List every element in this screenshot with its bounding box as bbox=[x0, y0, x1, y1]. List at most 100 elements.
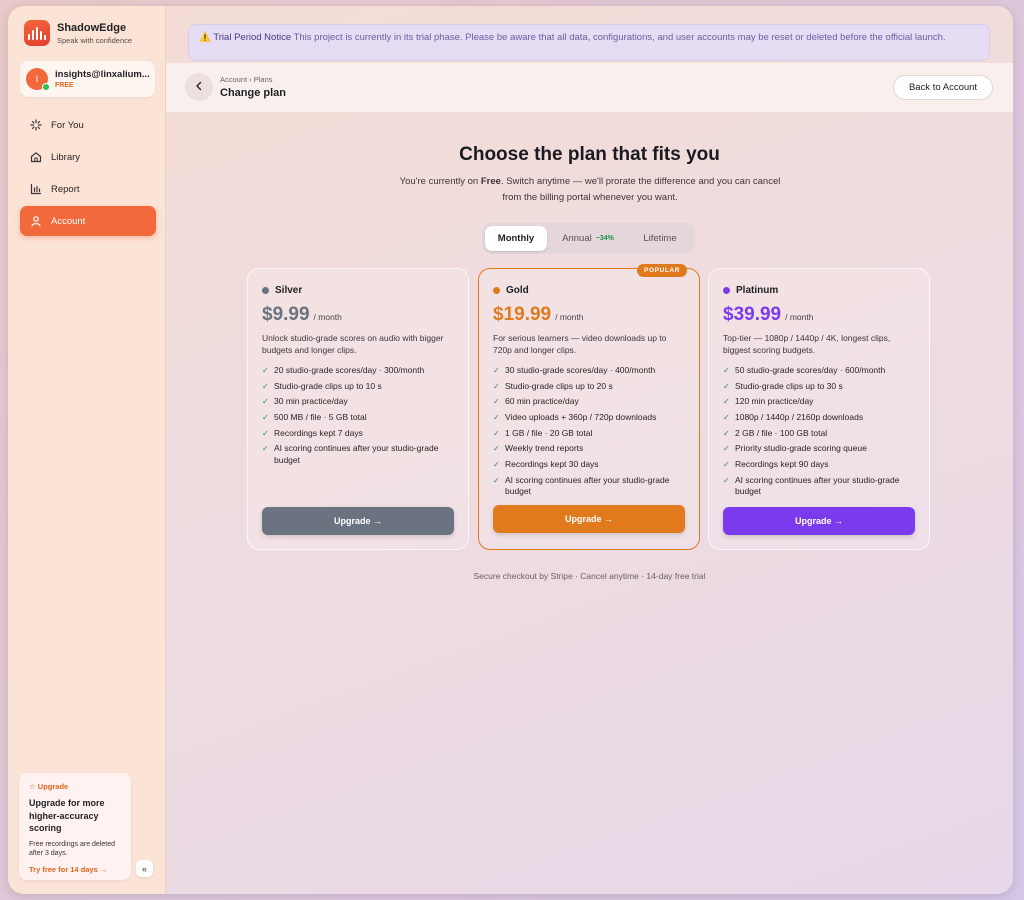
online-status-dot bbox=[42, 83, 50, 91]
plans-subheading: You're currently on Free. Switch anytime… bbox=[398, 174, 782, 206]
collapse-sidebar-button[interactable]: « bbox=[136, 860, 153, 877]
notice-title: Trial Period Notice bbox=[213, 32, 292, 43]
plan-color-dot bbox=[493, 287, 500, 294]
avatar: I bbox=[26, 68, 50, 91]
upgrade-promo-card: ☆ Upgrade Upgrade for more higher-accura… bbox=[19, 773, 131, 880]
plans-heading: Choose the plan that fits you bbox=[459, 144, 720, 165]
upgrade-kicker: ☆ Upgrade bbox=[29, 782, 69, 791]
current-plan-name: Free bbox=[480, 176, 501, 187]
plan-period: / month bbox=[313, 312, 342, 322]
plan-description: For serious learners — video downloads u… bbox=[493, 333, 667, 355]
plan-feature: 2 GB / file · 100 GB total bbox=[723, 428, 915, 440]
subheading-prefix: You're currently on bbox=[399, 176, 481, 187]
plan-feature: AI scoring continues after your studio-g… bbox=[262, 443, 454, 466]
sparkle-icon bbox=[29, 118, 43, 132]
plan-period: / month bbox=[555, 312, 584, 322]
user-card[interactable]: I insights@linxalium... FREE bbox=[20, 61, 155, 97]
plan-feature: 500 MB / file · 5 GB total bbox=[262, 412, 454, 424]
plan-description: Top-tier — 1080p / 1440p / 4K, longest c… bbox=[723, 333, 891, 355]
brand[interactable]: ShadowEdge Speak with confidence bbox=[24, 20, 132, 46]
annual-discount-badge: −34% bbox=[595, 235, 614, 242]
plan-feature: 30 min practice/day bbox=[262, 396, 454, 408]
billing-option-lifetime[interactable]: Lifetime bbox=[629, 226, 691, 251]
sidebar: ShadowEdge Speak with confidence I insig… bbox=[8, 6, 166, 894]
plan-feature: 120 min practice/day bbox=[723, 396, 915, 408]
plan-name: Gold bbox=[506, 285, 529, 296]
sidebar-item-report[interactable]: Report bbox=[20, 174, 156, 204]
chevron-left-icon bbox=[194, 81, 204, 94]
page-header: Account › Plans Change plan Back to Acco… bbox=[166, 63, 1013, 113]
plan-feature: AI scoring continues after your studio-g… bbox=[723, 475, 915, 498]
billing-option-monthly[interactable]: Monthly bbox=[485, 226, 547, 251]
billing-option-annual[interactable]: Annual −34% bbox=[547, 226, 629, 251]
plan-feature-list: 30 studio-grade scores/day · 400/month S… bbox=[493, 365, 685, 498]
breadcrumb: Account › Plans bbox=[220, 75, 273, 84]
sidebar-nav: For You Library Report Account bbox=[20, 110, 156, 238]
plan-feature: AI scoring continues after your studio-g… bbox=[493, 475, 685, 498]
popular-badge: POPULAR bbox=[637, 264, 687, 277]
plan-feature: Recordings kept 90 days bbox=[723, 459, 915, 471]
plan-feature: Recordings kept 30 days bbox=[493, 459, 685, 471]
home-icon bbox=[29, 150, 43, 164]
user-icon bbox=[29, 214, 43, 228]
notice-text: This project is currently in its trial p… bbox=[293, 32, 946, 43]
brand-name: ShadowEdge bbox=[57, 21, 127, 34]
plan-card-platinum: Platinum $39.99/ month Top-tier — 1080p … bbox=[708, 268, 930, 550]
sidebar-item-for-you[interactable]: For You bbox=[20, 110, 156, 140]
plan-feature: Studio-grade clips up to 10 s bbox=[262, 381, 454, 393]
user-plan-badge: FREE bbox=[55, 82, 74, 89]
plan-feature: Recordings kept 7 days bbox=[262, 428, 454, 440]
warning-icon: ⚠️ bbox=[199, 32, 211, 43]
try-free-link[interactable]: Try free for 14 days → bbox=[29, 865, 121, 874]
upgrade-gold-button[interactable]: Upgrade → bbox=[493, 505, 685, 533]
plan-color-dot bbox=[723, 287, 730, 294]
checkout-footnote: Secure checkout by Stripe · Cancel anyti… bbox=[473, 571, 706, 581]
plan-feature: 30 studio-grade scores/day · 400/month bbox=[493, 365, 685, 377]
avatar-initial: I bbox=[35, 74, 39, 84]
plan-feature: 60 min practice/day bbox=[493, 396, 685, 408]
sidebar-item-label: Library bbox=[51, 151, 81, 163]
plan-feature: Video uploads + 360p / 720p downloads bbox=[493, 412, 685, 424]
sidebar-item-account[interactable]: Account bbox=[20, 206, 156, 236]
plan-color-dot bbox=[262, 287, 269, 294]
annual-label: Annual bbox=[562, 233, 592, 244]
plan-name: Platinum bbox=[736, 285, 779, 296]
plan-feature: Studio-grade clips up to 30 s bbox=[723, 381, 915, 393]
page-title: Change plan bbox=[220, 87, 287, 99]
plan-price: $19.99 bbox=[493, 304, 552, 325]
plan-name: Silver bbox=[275, 285, 303, 296]
back-arrow-button[interactable] bbox=[185, 73, 213, 101]
brand-logo-icon bbox=[24, 20, 50, 46]
bar-chart-icon bbox=[29, 182, 43, 196]
plan-feature: 1080p / 1440p / 2160p downloads bbox=[723, 412, 915, 424]
billing-period-toggle: Monthly Annual −34% Lifetime bbox=[482, 223, 695, 254]
trial-notice-banner: ⚠️ Trial Period Notice This project is c… bbox=[188, 24, 990, 61]
plan-feature: Priority studio-grade scoring queue bbox=[723, 443, 915, 455]
subheading-suffix: . Switch anytime — we'll prorate the dif… bbox=[500, 176, 781, 203]
plan-feature: 20 studio-grade scores/day · 300/month bbox=[262, 365, 454, 377]
plan-feature-list: 20 studio-grade scores/day · 300/month S… bbox=[262, 365, 454, 466]
plan-feature: Studio-grade clips up to 20 s bbox=[493, 381, 685, 393]
plan-feature: 1 GB / file · 20 GB total bbox=[493, 428, 685, 440]
upgrade-title: Upgrade for more higher-accuracy scoring bbox=[29, 798, 105, 833]
upgrade-platinum-button[interactable]: Upgrade → bbox=[723, 507, 915, 535]
sidebar-item-label: Account bbox=[51, 215, 86, 227]
sidebar-item-library[interactable]: Library bbox=[20, 142, 156, 172]
app-window: ShadowEdge Speak with confidence I insig… bbox=[8, 6, 1013, 894]
plan-feature: 50 studio-grade scores/day · 600/month bbox=[723, 365, 915, 377]
plan-price: $39.99 bbox=[723, 304, 782, 325]
plan-card-gold: POPULAR Gold $19.99/ month For serious l… bbox=[478, 264, 700, 550]
plan-description: Unlock studio-grade scores on audio with… bbox=[262, 333, 444, 355]
plan-feature-list: 50 studio-grade scores/day · 600/month S… bbox=[723, 365, 915, 498]
plan-card-silver: Silver $9.99/ month Unlock studio-grade … bbox=[247, 268, 469, 550]
upgrade-silver-button[interactable]: Upgrade → bbox=[262, 507, 454, 535]
plan-feature: Weekly trend reports bbox=[493, 443, 685, 455]
plan-price: $9.99 bbox=[262, 304, 310, 325]
sidebar-item-label: Report bbox=[51, 183, 80, 195]
upgrade-desc: Free recordings are deleted after 3 days… bbox=[29, 840, 115, 858]
plan-period: / month bbox=[785, 312, 814, 322]
sidebar-item-label: For You bbox=[51, 119, 84, 131]
user-email: insights@linxalium... bbox=[55, 69, 150, 80]
brand-tagline: Speak with confidence bbox=[57, 35, 133, 45]
back-to-account-button[interactable]: Back to Account bbox=[893, 75, 993, 100]
